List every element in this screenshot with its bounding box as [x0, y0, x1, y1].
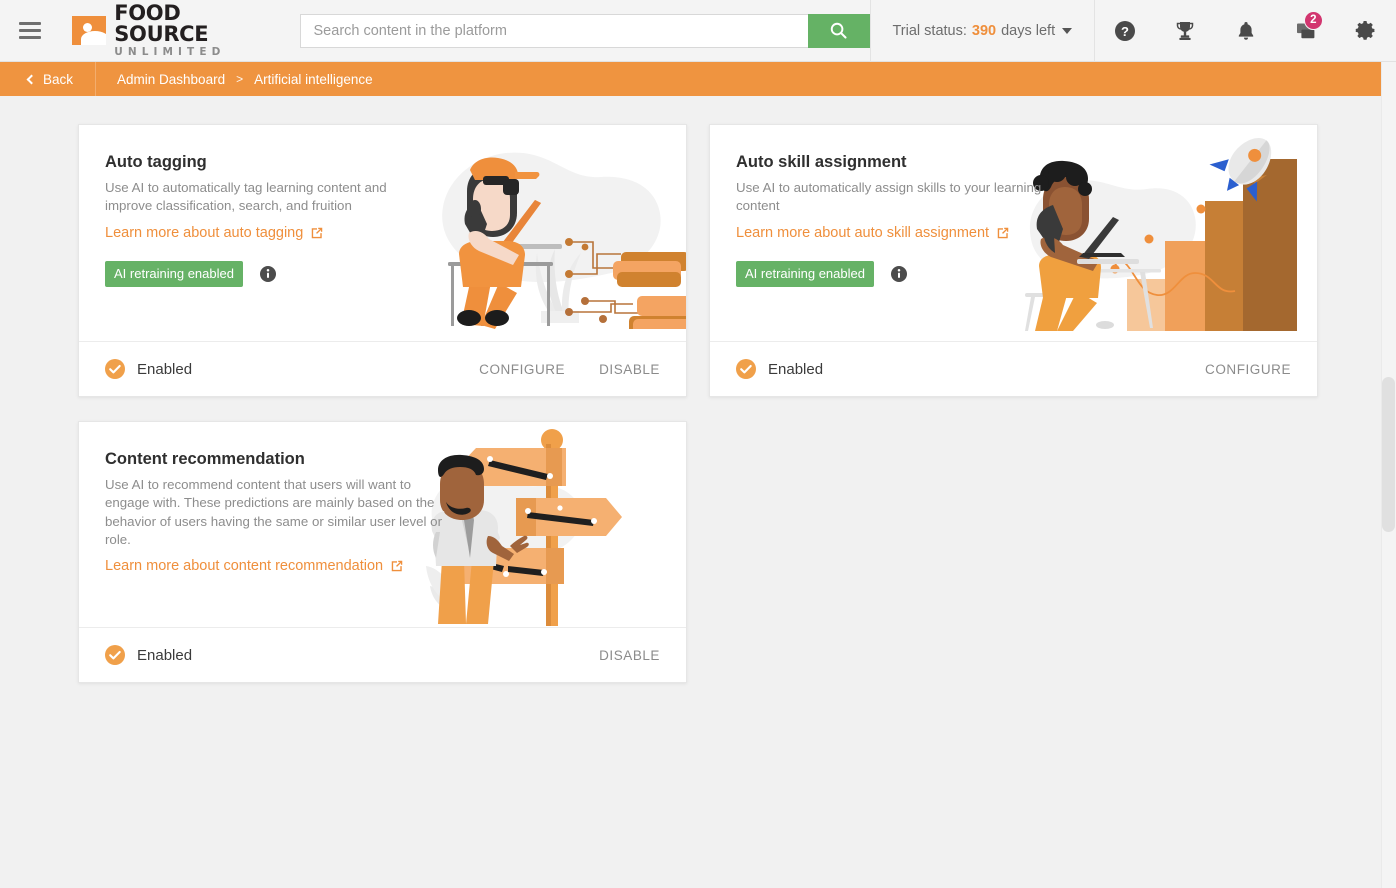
top-header: FOOD SOURCE UNLIMITED Trial status: 390 … — [0, 0, 1396, 62]
achievements-button[interactable] — [1155, 0, 1215, 62]
retraining-badge: AI retraining enabled — [736, 260, 874, 287]
hamburger-menu-icon[interactable] — [0, 0, 60, 62]
card-footer: Enabled CONFIGURE DISABLE — [79, 341, 686, 396]
configure-button[interactable]: CONFIGURE — [1205, 362, 1291, 377]
trial-status-dropdown[interactable]: Trial status: 390 days left — [870, 0, 1094, 62]
search-icon — [830, 22, 847, 39]
info-icon[interactable] — [259, 265, 276, 282]
card-title: Auto skill assignment — [736, 153, 907, 171]
trial-prefix: Trial status: — [892, 22, 967, 39]
search-bar — [299, 13, 870, 48]
settings-button[interactable] — [1336, 0, 1396, 62]
cards-grid: Auto tagging Use AI to automatically tag… — [0, 96, 1396, 683]
status-badge: Enabled — [105, 359, 192, 379]
status-badge: Enabled — [736, 359, 823, 379]
logo-line2: UNLIMITED — [114, 46, 226, 59]
card-actions: DISABLE — [599, 648, 660, 663]
external-link-icon — [391, 561, 403, 572]
messages-badge: 2 — [1303, 10, 1323, 30]
back-label: Back — [43, 71, 74, 87]
svg-text:?: ? — [1121, 24, 1129, 39]
bell-icon — [1238, 21, 1253, 40]
configure-button[interactable]: CONFIGURE — [479, 362, 565, 377]
learn-more-link[interactable]: Learn more about auto tagging — [105, 225, 324, 241]
breadcrumb-item-artificial-intelligence[interactable]: Artificial intelligence — [254, 72, 373, 87]
card-actions: CONFIGURE — [1205, 362, 1291, 377]
retraining-badge: AI retraining enabled — [105, 260, 243, 287]
help-button[interactable]: ? — [1095, 0, 1155, 62]
learn-more-label: Learn more about auto tagging — [105, 224, 304, 241]
disable-button[interactable]: DISABLE — [599, 648, 660, 663]
card-description: Use AI to automatically tag learning con… — [105, 180, 387, 214]
card-auto-tagging: Auto tagging Use AI to automatically tag… — [78, 124, 687, 397]
messages-button[interactable]: 2 — [1276, 0, 1336, 62]
card-description: Use AI to automatically assign skills to… — [736, 180, 1042, 214]
help-icon: ? — [1115, 20, 1136, 41]
scrollbar-thumb[interactable] — [1382, 377, 1395, 532]
chevron-down-icon — [1062, 27, 1073, 34]
gear-icon — [1356, 21, 1375, 40]
card-title: Content recommendation — [105, 450, 305, 468]
card-title: Auto tagging — [105, 153, 207, 171]
card-footer: Enabled DISABLE — [79, 627, 686, 682]
learn-more-label: Learn more about content recommendation — [105, 558, 384, 575]
card-body: Auto tagging Use AI to automatically tag… — [79, 125, 686, 341]
status-badge: Enabled — [105, 645, 192, 665]
trial-suffix: days left — [1001, 22, 1056, 39]
learn-more-label: Learn more about auto skill assignment — [736, 224, 990, 241]
check-circle-icon — [105, 359, 125, 379]
status-label: Enabled — [137, 646, 193, 664]
breadcrumb-item-admin-dashboard[interactable]: Admin Dashboard — [117, 72, 225, 87]
card-body: Auto skill assignment Use AI to automati… — [710, 125, 1317, 341]
learn-more-link[interactable]: Learn more about auto skill assignment — [736, 225, 1010, 241]
status-label: Enabled — [137, 360, 193, 378]
disable-button[interactable]: DISABLE — [599, 362, 660, 377]
card-footer: Enabled CONFIGURE — [710, 341, 1317, 396]
card-auto-skill-assignment: Auto skill assignment Use AI to automati… — [709, 124, 1318, 397]
card-content-recommendation: Content recommendation Use AI to recomme… — [78, 421, 687, 683]
hamburger-line — [19, 36, 42, 39]
page-scrollbar[interactable] — [1381, 62, 1396, 888]
brand-logo[interactable]: FOOD SOURCE UNLIMITED — [60, 3, 285, 58]
info-icon[interactable] — [890, 265, 907, 282]
breadcrumb-separator-icon: > — [236, 72, 244, 86]
external-link-icon — [312, 227, 323, 238]
learn-more-link[interactable]: Learn more about content recommendation — [105, 558, 404, 574]
search-button[interactable] — [807, 13, 870, 48]
breadcrumb: Admin Dashboard > Artificial intelligenc… — [96, 72, 373, 87]
notifications-button[interactable] — [1215, 0, 1275, 62]
logo-mark-icon — [72, 16, 107, 45]
breadcrumb-bar: Back Admin Dashboard > Artificial intell… — [0, 62, 1396, 96]
retraining-row: AI retraining enabled — [105, 260, 660, 287]
check-circle-icon — [736, 359, 756, 379]
status-label: Enabled — [768, 360, 824, 378]
search-input[interactable] — [299, 13, 808, 48]
card-description: Use AI to recommend content that users w… — [105, 477, 443, 548]
external-link-icon — [997, 227, 1009, 238]
check-circle-icon — [105, 645, 125, 665]
card-body: Content recommendation Use AI to recomme… — [79, 422, 686, 627]
hamburger-line — [19, 29, 42, 32]
trial-days: 390 — [971, 22, 997, 39]
trophy-icon — [1177, 21, 1194, 40]
back-button[interactable]: Back — [0, 62, 97, 96]
retraining-row: AI retraining enabled — [736, 260, 1291, 287]
chevron-left-icon — [26, 74, 37, 84]
logo-text: FOOD SOURCE UNLIMITED — [114, 3, 275, 58]
card-actions: CONFIGURE DISABLE — [479, 362, 660, 377]
logo-line1: FOOD SOURCE — [114, 1, 209, 47]
hamburger-line — [19, 22, 42, 25]
